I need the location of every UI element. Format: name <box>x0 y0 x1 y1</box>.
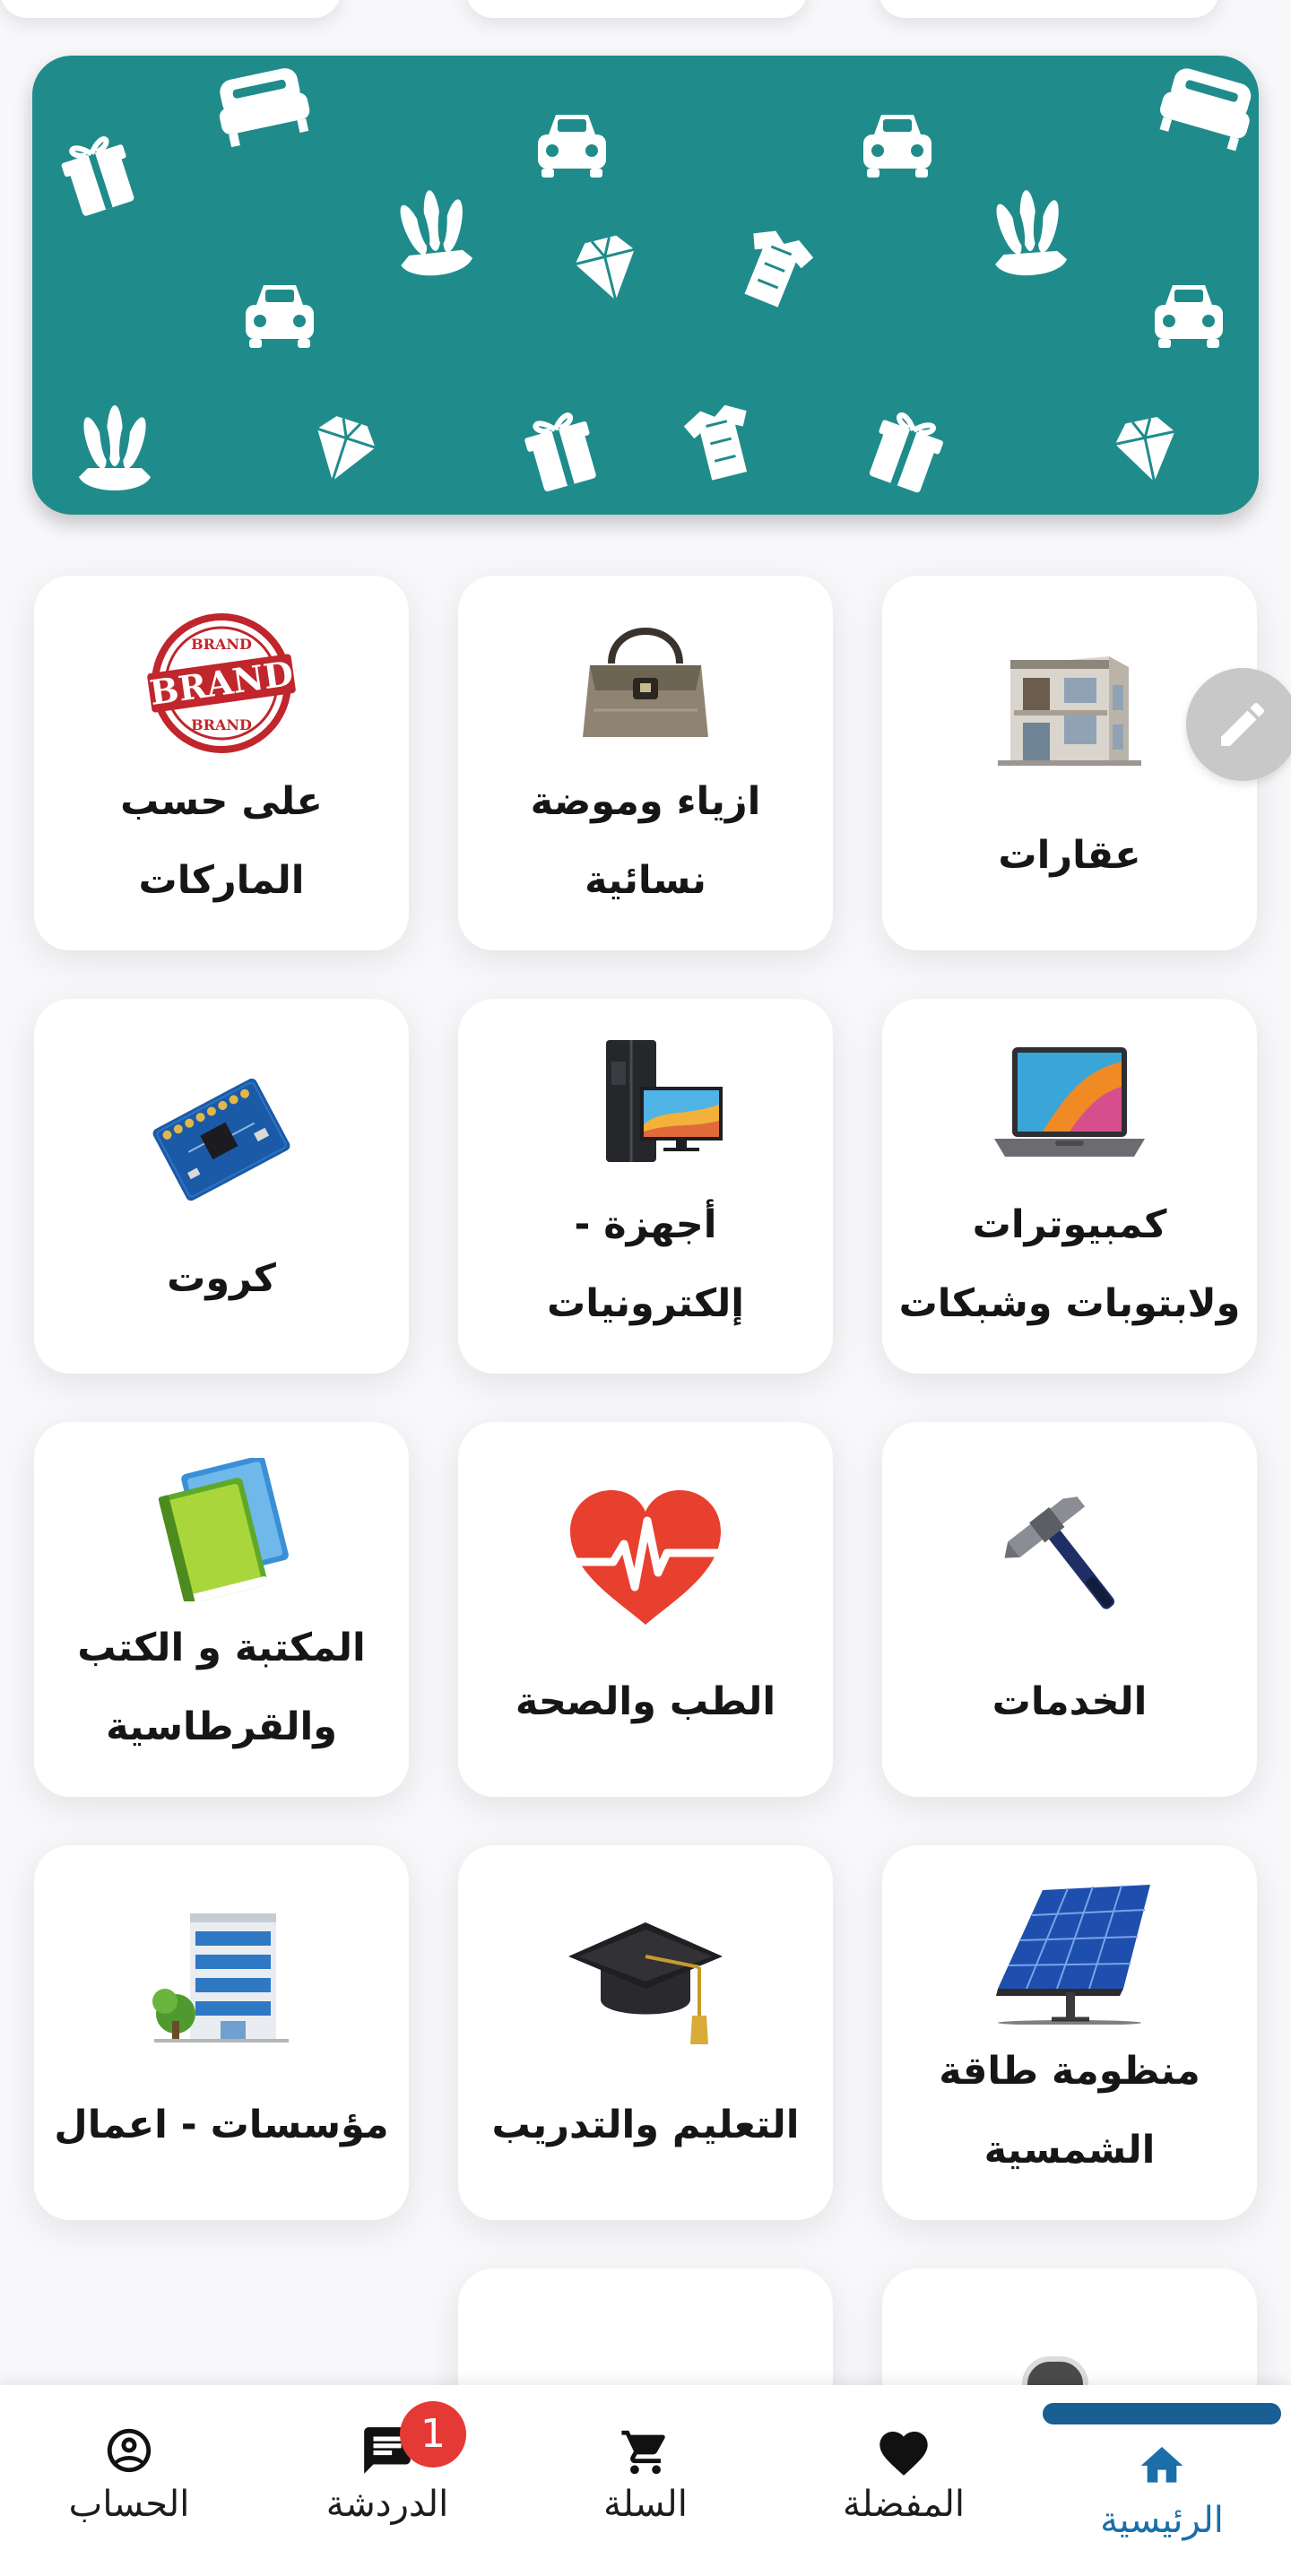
cart-icon <box>516 2426 775 2478</box>
nav-home[interactable]: الرئيسية <box>1033 2385 1291 2576</box>
nav-favorites[interactable]: المفضلة <box>775 2385 1033 2576</box>
category-card-electronics[interactable]: أجهزة - إلكترونيات <box>458 999 833 1374</box>
circuit-board-icon <box>34 1063 409 1216</box>
category-label: كروت <box>167 1256 276 1301</box>
account-icon <box>0 2424 258 2476</box>
category-card-education[interactable]: التعليم والتدريب <box>458 1845 833 2220</box>
laptop-icon <box>882 1035 1257 1169</box>
nav-label: المفضلة <box>842 2484 966 2525</box>
promo-banner[interactable] <box>32 56 1259 515</box>
nav-label: الحساب <box>68 2484 190 2525</box>
category-card-computers[interactable]: كمبيوترات ولابتوبات وشبكات <box>882 999 1257 1374</box>
category-label: على حسب الماركات <box>120 779 323 903</box>
pencil-icon <box>1221 702 1265 746</box>
category-card-businesses[interactable]: مؤسسات - اعمال <box>34 1845 409 2220</box>
category-label: كمبيوترات ولابتوبات وشبكات <box>898 1202 1241 1326</box>
chat-icon <box>258 2423 516 2478</box>
edit-button[interactable] <box>1186 668 1291 781</box>
category-label: المكتبة و الكتب والقرطاسية <box>77 1626 366 1749</box>
category-card-brands[interactable]: BRAND BRAND BRAND على حسب الماركات <box>34 576 409 950</box>
nav-label: الدردشة <box>325 2484 449 2525</box>
app-screen: عقارات ازياء وموضة نسائية BRAND BRAND BR… <box>0 0 1291 2576</box>
books-icon <box>34 1458 409 1601</box>
category-card-womens-fashion[interactable]: ازياء وموضة نسائية <box>458 576 833 950</box>
category-card-library[interactable]: المكتبة و الكتب والقرطاسية <box>34 1422 409 1797</box>
nav-label: السلة <box>603 2484 688 2525</box>
previous-cards-edge <box>0 0 1291 36</box>
graduation-cap-icon <box>458 1910 833 2053</box>
category-card-services[interactable]: الخدمات <box>882 1422 1257 1797</box>
category-label: منظومة طاقة الشمسية <box>939 2049 1200 2173</box>
chat-unread-badge: 1 <box>400 2401 466 2468</box>
category-card-cards[interactable]: كروت <box>34 999 409 1374</box>
brand-stamp-icon: BRAND BRAND BRAND <box>34 611 409 755</box>
stamp-text-top: BRAND <box>191 636 252 653</box>
category-label: الطب والصحة <box>515 1679 776 1724</box>
category-card-health[interactable]: الطب والصحة <box>458 1422 833 1797</box>
handbag-icon <box>458 611 833 746</box>
category-label: الخدمات <box>992 1679 1148 1724</box>
category-label: التعليم والتدريب <box>491 2103 800 2147</box>
heart-icon <box>775 2424 1033 2482</box>
nav-label: الرئيسية <box>1100 2500 1224 2541</box>
heart-pulse-icon <box>458 1487 833 1630</box>
solar-panel-icon <box>882 1881 1257 2025</box>
category-label: أجهزة - إلكترونيات <box>547 1202 744 1326</box>
fridge-tv-icon <box>458 1035 833 1169</box>
nav-chat[interactable]: الدردشة <box>258 2385 516 2576</box>
category-label: مؤسسات - اعمال <box>54 2103 389 2147</box>
category-label: عقارات <box>998 833 1141 878</box>
nav-account[interactable]: الحساب <box>0 2385 258 2576</box>
home-icon <box>1033 2441 1291 2491</box>
stamp-text-bottom: BRAND <box>191 716 252 733</box>
office-building-icon <box>34 1910 409 2044</box>
bottom-navigation: الرئيسية المفضلة السلة الدردشة 1 الحساب <box>0 2385 1291 2576</box>
nav-cart[interactable]: السلة <box>516 2385 775 2576</box>
banner-pattern <box>32 64 1259 515</box>
category-card-solar[interactable]: منظومة طاقة الشمسية <box>882 1845 1257 2220</box>
hammer-icon <box>882 1487 1257 1621</box>
category-label: ازياء وموضة نسائية <box>530 779 761 903</box>
